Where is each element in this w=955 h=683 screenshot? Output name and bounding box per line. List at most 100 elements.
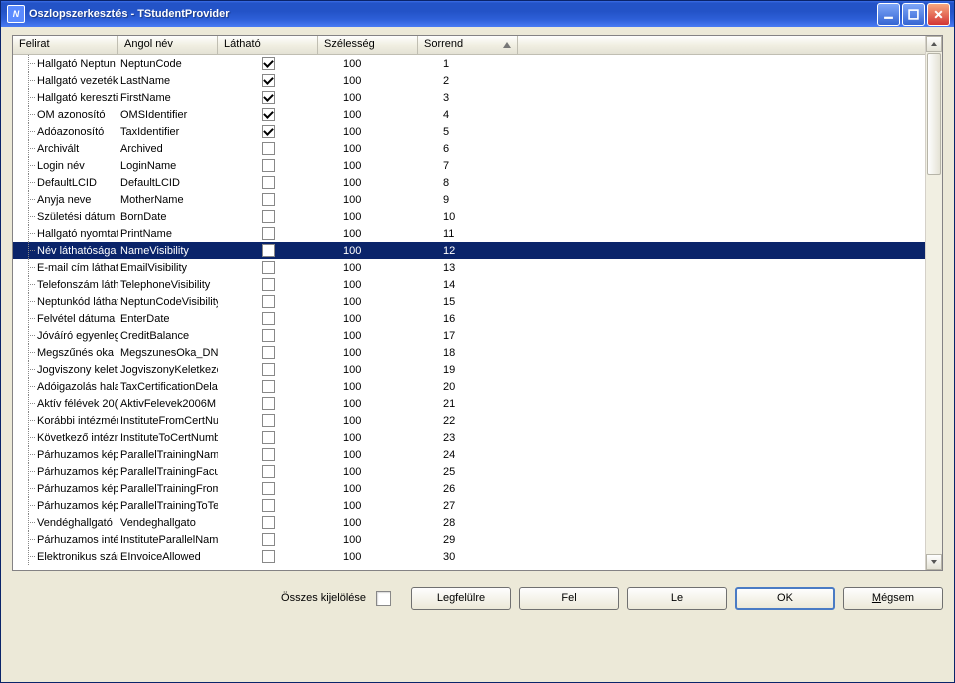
visible-checkbox[interactable]	[262, 465, 275, 478]
table-row[interactable]: Elektronikus szárEInvoiceAllowed10030	[13, 548, 926, 565]
visible-checkbox[interactable]	[262, 516, 275, 529]
scroll-thumb[interactable]	[927, 53, 941, 175]
down-button[interactable]: Le	[627, 587, 727, 610]
up-button[interactable]: Fel	[519, 587, 619, 610]
table-row[interactable]: Hallgató nyomtatPrintName10011	[13, 225, 926, 242]
visible-checkbox[interactable]	[262, 431, 275, 444]
close-button[interactable]	[927, 3, 950, 26]
tree-lines-icon	[19, 72, 37, 89]
table-row[interactable]: Korábbi intézménInstituteFromCertNum1002…	[13, 412, 926, 429]
visible-checkbox[interactable]	[262, 414, 275, 427]
cell-szelesseg: 100	[318, 295, 418, 309]
visible-checkbox[interactable]	[262, 261, 275, 274]
cell-lathato	[218, 430, 318, 445]
visible-checkbox[interactable]	[262, 193, 275, 206]
visible-checkbox[interactable]	[262, 397, 275, 410]
table-row[interactable]: Párhuzamos kép:ParallelTrainingToTe10027	[13, 497, 926, 514]
scroll-down-button[interactable]	[926, 554, 942, 570]
tree-lines-icon	[19, 395, 37, 412]
visible-checkbox[interactable]	[262, 57, 275, 70]
select-all-checkbox[interactable]	[376, 591, 391, 606]
cell-szelesseg: 100	[318, 278, 418, 292]
table-row[interactable]: Jogviszony keletJogviszonyKeletkeze10019	[13, 361, 926, 378]
visible-checkbox[interactable]	[262, 482, 275, 495]
cell-angol: LastName	[118, 74, 218, 88]
titlebar[interactable]: N Oszlopszerkesztés - TStudentProvider	[1, 1, 954, 27]
tree-lines-icon	[19, 497, 37, 514]
table-row[interactable]: Hallgató keresztiFirstName1003	[13, 89, 926, 106]
table-row[interactable]: E-mail cím láthatEmailVisibility10013	[13, 259, 926, 276]
visible-checkbox[interactable]	[262, 346, 275, 359]
header-sorrend[interactable]: Sorrend	[418, 36, 518, 54]
visible-checkbox[interactable]	[262, 159, 275, 172]
header-lathato[interactable]: Látható	[218, 36, 318, 54]
cancel-button[interactable]: Mégsem	[843, 587, 943, 610]
visible-checkbox[interactable]	[262, 312, 275, 325]
header-felirat[interactable]: Felirat	[13, 36, 118, 54]
table-row[interactable]: Anyja neveMotherName1009	[13, 191, 926, 208]
table-row[interactable]: Név láthatóságaNameVisibility10012	[13, 242, 926, 259]
table-row[interactable]: Megszűnés okaMegszunesOka_DN10018	[13, 344, 926, 361]
table-row[interactable]: Hallgató vezetékLastName1002	[13, 72, 926, 89]
visible-checkbox[interactable]	[262, 278, 275, 291]
visible-checkbox[interactable]	[262, 142, 275, 155]
ok-button[interactable]: OK	[735, 587, 835, 610]
header-szelesseg[interactable]: Szélesség	[318, 36, 418, 54]
visible-checkbox[interactable]	[262, 108, 275, 121]
table-row[interactable]: Párhuzamos inté:InstituteParallelName100…	[13, 531, 926, 548]
table-row[interactable]: OM azonosítóOMSIdentifier1004	[13, 106, 926, 123]
minimize-button[interactable]	[877, 3, 900, 26]
visible-checkbox[interactable]	[262, 295, 275, 308]
cell-szelesseg: 100	[318, 482, 418, 496]
cell-lathato	[218, 141, 318, 156]
tree-lines-icon	[19, 140, 37, 157]
table-row[interactable]: ArchiváltArchived1006	[13, 140, 926, 157]
table-row[interactable]: Következő intéznInstituteToCertNumb10023	[13, 429, 926, 446]
table-row[interactable]: Adóigazolás halaTaxCertificationDela1002…	[13, 378, 926, 395]
visible-checkbox[interactable]	[262, 448, 275, 461]
cell-angol: JogviszonyKeletkeze	[118, 363, 218, 377]
table-row[interactable]: Neptunkód láthatNeptunCodeVisibility1001…	[13, 293, 926, 310]
felirat-text: Felvétel dátuma	[37, 313, 115, 325]
table-row[interactable]: Születési dátumBornDate10010	[13, 208, 926, 225]
maximize-button[interactable]	[902, 3, 925, 26]
tree-lines-icon	[19, 378, 37, 395]
scrollbar[interactable]	[925, 36, 942, 570]
visible-checkbox[interactable]	[262, 91, 275, 104]
table-row[interactable]: DefaultLCIDDefaultLCID1008	[13, 174, 926, 191]
header-angol[interactable]: Angol név	[118, 36, 218, 54]
visible-checkbox[interactable]	[262, 125, 275, 138]
cell-sorrend: 21	[418, 397, 518, 411]
cell-lathato	[218, 396, 318, 411]
visible-checkbox[interactable]	[262, 533, 275, 546]
cell-sorrend: 13	[418, 261, 518, 275]
table-row[interactable]: Hallgató NeptunNeptunCode1001	[13, 55, 926, 72]
visible-checkbox[interactable]	[262, 329, 275, 342]
visible-checkbox[interactable]	[262, 550, 275, 563]
visible-checkbox[interactable]	[262, 380, 275, 393]
felirat-text: Párhuzamos kép:	[37, 483, 118, 495]
table-row[interactable]: Telefonszám láthTelephoneVisibility10014	[13, 276, 926, 293]
top-button[interactable]: Legfelülre	[411, 587, 511, 610]
cell-angol: EInvoiceAllowed	[118, 550, 218, 564]
table-row[interactable]: Párhuzamos kép:ParallelTrainingFrom10026	[13, 480, 926, 497]
visible-checkbox[interactable]	[262, 499, 275, 512]
visible-checkbox[interactable]	[262, 176, 275, 189]
visible-checkbox[interactable]	[262, 363, 275, 376]
table-row[interactable]: Párhuzamos kép:ParallelTrainingName10024	[13, 446, 926, 463]
visible-checkbox[interactable]	[262, 210, 275, 223]
table-row[interactable]: Párhuzamos kép:ParallelTrainingFacu10025	[13, 463, 926, 480]
felirat-text: Neptunkód láthat	[37, 296, 118, 308]
table-row[interactable]: AdóazonosítóTaxIdentifier1005	[13, 123, 926, 140]
table-row[interactable]: Felvétel dátumaEnterDate10016	[13, 310, 926, 327]
cell-lathato	[218, 532, 318, 547]
cell-szelesseg: 100	[318, 465, 418, 479]
table-row[interactable]: VendéghallgatóVendeghallgato10028	[13, 514, 926, 531]
table-row[interactable]: Jóváíró egyenlegCreditBalance10017	[13, 327, 926, 344]
table-row[interactable]: Login névLoginName1007	[13, 157, 926, 174]
visible-checkbox[interactable]	[262, 74, 275, 87]
table-row[interactable]: Aktív félévek 20(AktivFelevek2006M10021	[13, 395, 926, 412]
visible-checkbox[interactable]	[262, 227, 275, 240]
visible-checkbox[interactable]	[262, 244, 275, 257]
scroll-up-button[interactable]	[926, 36, 942, 52]
